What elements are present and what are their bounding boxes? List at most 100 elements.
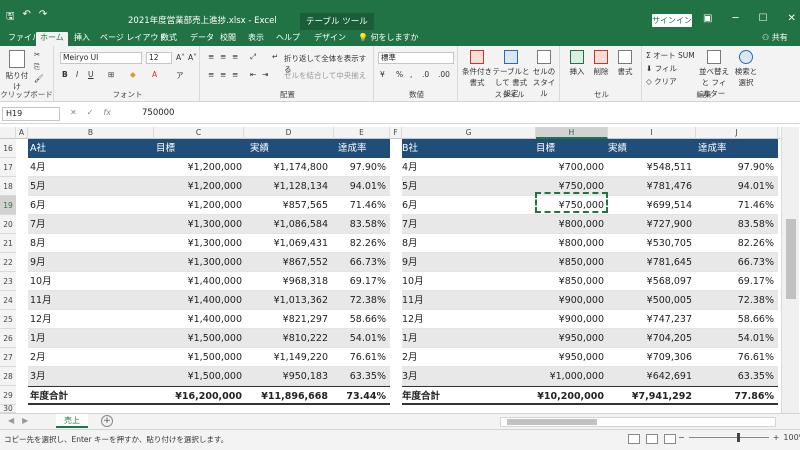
table-cell[interactable]: 97.90% [332, 158, 386, 177]
table-cell[interactable]: ¥704,205 [608, 329, 692, 348]
format-painter-icon[interactable]: 🖌 [34, 74, 44, 83]
table-cell[interactable]: 7月 [30, 215, 130, 234]
minimize-icon[interactable]: ─ [732, 13, 738, 24]
table-cell[interactable]: ¥857,565 [244, 196, 328, 215]
column-header[interactable]: B [28, 127, 154, 139]
redo-icon[interactable]: ↷ [39, 9, 47, 26]
table-cell[interactable]: 5月 [402, 177, 502, 196]
name-box[interactable]: H19 [2, 107, 60, 121]
column-header[interactable]: A [16, 127, 28, 139]
table-cell[interactable]: ¥1,400,000 [154, 310, 242, 329]
table-cell[interactable]: ¥1,149,220 [244, 348, 328, 367]
zoom-in-icon[interactable]: + [773, 433, 780, 442]
find-select-button[interactable]: 検索と 選択 [732, 50, 760, 88]
align-center-icon[interactable]: ≡ [220, 70, 226, 79]
table-cell[interactable]: ¥1,069,431 [244, 234, 328, 253]
table-cell[interactable]: 2月 [402, 348, 502, 367]
currency-icon[interactable]: ¥ [380, 70, 385, 79]
table-header-cell[interactable]: 達成率 [698, 139, 768, 158]
conditional-format-button[interactable]: 条件付き 書式 [462, 50, 492, 88]
table-cell[interactable]: 5月 [30, 177, 130, 196]
table-cell[interactable]: 71.46% [694, 196, 774, 215]
column-header[interactable]: J [696, 127, 778, 139]
formula-input[interactable]: 750000 [142, 108, 174, 118]
decrease-decimal-icon[interactable]: .00 [438, 70, 450, 79]
fill-color-icon[interactable]: ◆ [130, 70, 136, 79]
table-cell[interactable]: 8月 [402, 234, 502, 253]
table-cell[interactable]: 58.66% [694, 310, 774, 329]
table-cell[interactable]: ¥1,500,000 [154, 367, 242, 386]
column-header[interactable]: G [402, 127, 536, 139]
font-size-select[interactable]: 12 [146, 52, 172, 64]
undo-icon[interactable]: ↶ [23, 9, 31, 26]
zoom-knob[interactable] [736, 433, 740, 442]
ribbon-display-icon[interactable]: ▣ [703, 13, 712, 24]
table-cell[interactable]: ¥1,400,000 [154, 291, 242, 310]
enter-icon[interactable]: ✓ [87, 108, 94, 117]
table-cell[interactable]: ¥800,000 [534, 234, 604, 253]
sheet-tab[interactable]: 売上 [56, 414, 88, 428]
tab-design[interactable]: デザイン [310, 32, 350, 46]
horizontal-scrollbar[interactable] [500, 417, 776, 427]
total-cell[interactable]: 73.44% [332, 387, 386, 406]
paste-button[interactable]: 貼り付け [4, 50, 30, 92]
row-header[interactable]: 17 [0, 158, 16, 177]
row-header[interactable]: 26 [0, 329, 16, 348]
page-break-view-icon[interactable] [664, 434, 676, 444]
wrap-text-icon[interactable]: ↵ [272, 52, 278, 61]
number-format-select[interactable]: 標準 [378, 52, 454, 64]
table-cell[interactable]: ¥1,500,000 [154, 329, 242, 348]
table-cell[interactable]: 94.01% [694, 177, 774, 196]
table-cell[interactable]: ¥950,183 [244, 367, 328, 386]
tab-help[interactable]: ヘルプ [272, 32, 304, 46]
table-cell[interactable]: 76.61% [694, 348, 774, 367]
align-middle-icon[interactable]: ≡ [220, 52, 226, 61]
zoom-out-icon[interactable]: − [678, 433, 685, 442]
table-cell[interactable]: 8月 [30, 234, 130, 253]
underline-icon[interactable]: U [88, 70, 94, 79]
table-cell[interactable]: 9月 [402, 253, 502, 272]
table-cell[interactable]: ¥700,000 [534, 158, 604, 177]
table-cell[interactable]: 10月 [30, 272, 130, 291]
table-cell[interactable]: 72.38% [694, 291, 774, 310]
close-icon[interactable]: ✕ [787, 13, 795, 24]
table-cell[interactable]: ¥950,000 [534, 329, 604, 348]
column-header[interactable]: F [390, 127, 402, 139]
normal-view-icon[interactable] [628, 434, 640, 444]
comma-icon[interactable]: , [410, 70, 412, 79]
table-cell[interactable]: 6月 [30, 196, 130, 215]
table-cell[interactable]: ¥950,000 [534, 348, 604, 367]
table-cell[interactable]: 63.35% [694, 367, 774, 386]
table-cell[interactable]: ¥1,086,584 [244, 215, 328, 234]
row-header[interactable]: 21 [0, 234, 16, 253]
column-header[interactable]: D [244, 127, 334, 139]
phonetic-icon[interactable]: ア [176, 70, 184, 81]
table-cell[interactable]: ¥850,000 [534, 253, 604, 272]
total-cell[interactable]: 年度合計 [402, 387, 502, 406]
row-header[interactable]: 30 [0, 405, 16, 413]
share-button[interactable]: ⚇ 共有 [762, 32, 788, 43]
table-cell[interactable]: 76.61% [332, 348, 386, 367]
vertical-scroll-thumb[interactable] [786, 219, 796, 299]
tell-me-search[interactable]: 💡 何をしますか [358, 32, 419, 43]
table-cell[interactable]: 10月 [402, 272, 502, 291]
indent-decrease-icon[interactable]: ⇤ [250, 70, 256, 79]
column-header[interactable]: C [154, 127, 244, 139]
row-header[interactable]: 22 [0, 253, 16, 272]
format-cells-button[interactable]: 書式 [614, 50, 636, 77]
italic-icon[interactable]: I [76, 70, 78, 79]
row-header[interactable]: 25 [0, 310, 16, 329]
add-sheet-icon[interactable]: + [101, 415, 113, 427]
table-cell[interactable]: 83.58% [694, 215, 774, 234]
page-layout-view-icon[interactable] [646, 434, 658, 444]
total-cell[interactable]: 年度合計 [30, 387, 130, 406]
table-cell[interactable]: 54.01% [694, 329, 774, 348]
table-cell[interactable]: 94.01% [332, 177, 386, 196]
table-cell[interactable]: ¥568,097 [608, 272, 692, 291]
table-cell[interactable]: 72.38% [332, 291, 386, 310]
column-header[interactable]: I [608, 127, 696, 139]
total-cell[interactable]: ¥10,200,000 [534, 387, 604, 406]
table-cell[interactable]: ¥642,691 [608, 367, 692, 386]
table-header-cell[interactable]: 達成率 [338, 139, 388, 158]
table-cell[interactable]: 9月 [30, 253, 130, 272]
